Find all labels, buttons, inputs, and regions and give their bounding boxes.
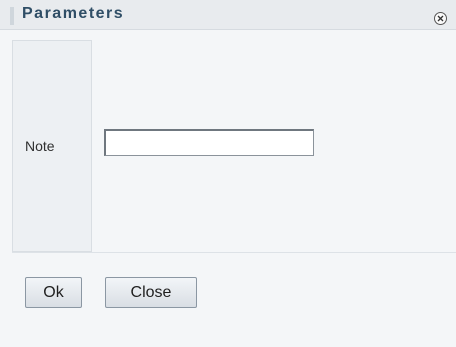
- note-label: Note: [25, 138, 55, 154]
- form-area: Note: [12, 40, 456, 252]
- note-input[interactable]: [104, 129, 314, 156]
- dialog-title: Parameters: [22, 5, 125, 22]
- title-accent-bar: [10, 7, 14, 25]
- close-button[interactable]: Close: [105, 277, 197, 308]
- close-icon[interactable]: [434, 12, 447, 25]
- button-divider: [12, 252, 456, 253]
- parameters-dialog: Parameters Note Ok Close: [0, 0, 456, 347]
- label-column: Note: [12, 40, 92, 252]
- ok-button[interactable]: Ok: [25, 277, 82, 308]
- dialog-titlebar: Parameters: [0, 0, 456, 30]
